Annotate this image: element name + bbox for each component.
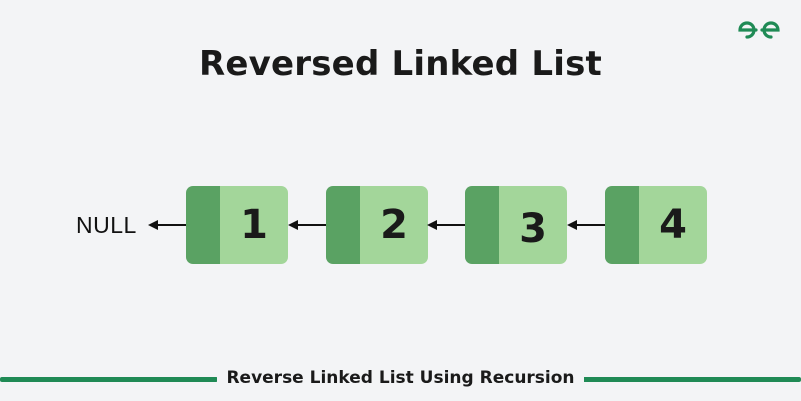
footer-caption: Reverse Linked List Using Recursion [217,368,584,388]
footer-caption-wrap: Reverse Linked List Using Recursion [0,368,801,388]
arrows-layer [148,220,605,230]
